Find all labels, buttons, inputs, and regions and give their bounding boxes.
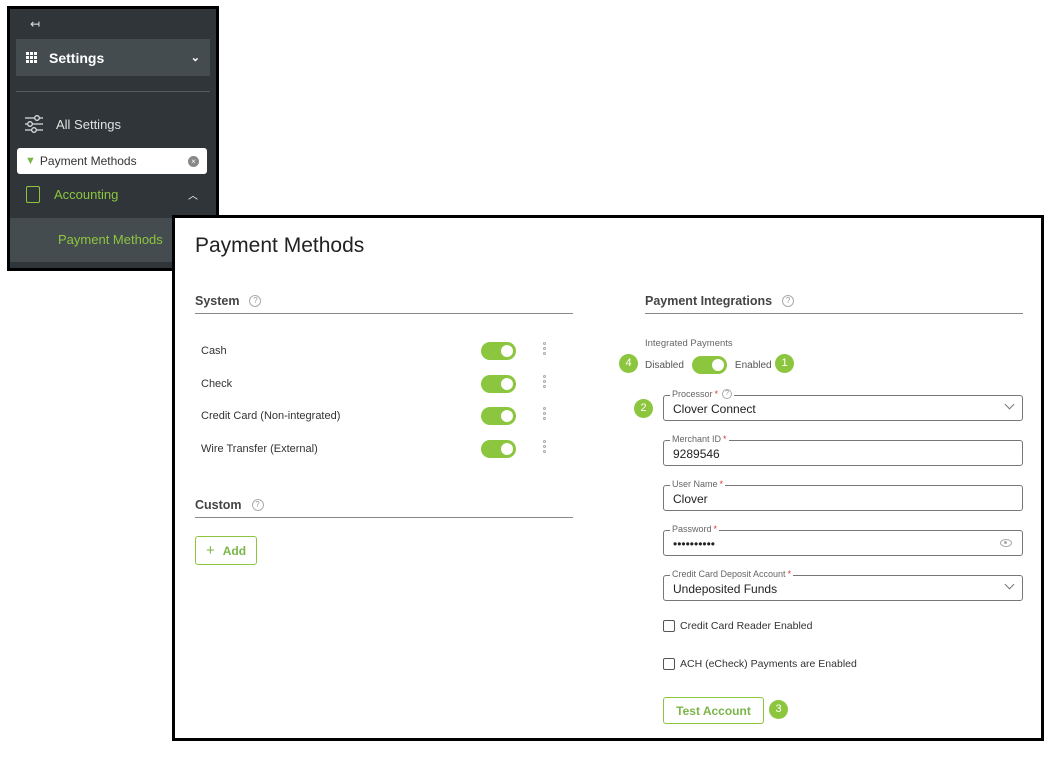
custom-title-text: Custom xyxy=(195,498,242,512)
chevron-down-icon: ⌄ xyxy=(190,52,200,64)
search-value: Payment Methods xyxy=(39,154,137,168)
row-label: Wire Transfer (External) xyxy=(201,443,318,455)
card-reader-label: Credit Card Reader Enabled xyxy=(680,620,813,632)
deposit-account-select[interactable]: Credit Card Deposit Account * Undeposited… xyxy=(663,569,1023,601)
password-field[interactable]: Password * •••••••••• xyxy=(663,524,1023,556)
help-icon[interactable]: ? xyxy=(249,295,262,307)
add-label: Add xyxy=(222,543,247,558)
merchant-id-value: 9289546 xyxy=(673,447,720,461)
integrated-payments-label: Integrated Payments xyxy=(645,338,733,349)
system-row-credit-card: Credit Card (Non-integrated) xyxy=(201,406,551,426)
system-title-text: System xyxy=(195,294,240,308)
ach-label: ACH (eCheck) Payments are Enabled xyxy=(680,658,857,670)
custom-section-title: Custom ? xyxy=(195,498,264,512)
disabled-label: Disabled xyxy=(645,359,684,371)
add-button[interactable]: + Add xyxy=(195,536,257,565)
card-reader-checkbox[interactable] xyxy=(663,620,675,632)
row-label: Credit Card (Non-integrated) xyxy=(201,410,341,422)
chevron-down-icon xyxy=(1004,399,1015,410)
enabled-label: Enabled xyxy=(734,359,772,371)
user-name-label: User Name * xyxy=(670,479,726,489)
ach-checkbox[interactable] xyxy=(663,658,675,670)
help-icon[interactable]: ? xyxy=(722,389,733,399)
sidebar-item-accounting[interactable]: Accounting ︿ xyxy=(24,186,210,203)
payment-methods-panel: Payment Methods System ? Cash Check Cred… xyxy=(172,215,1044,741)
callout-badge-1: 1 xyxy=(775,354,794,373)
help-icon[interactable]: ? xyxy=(251,499,264,511)
sliders-icon xyxy=(25,115,43,133)
integrated-payments-toggle-row: Disabled Enabled xyxy=(645,356,772,374)
user-name-field[interactable]: User Name * Clover xyxy=(663,479,1023,511)
system-section-title: System ? xyxy=(195,294,262,308)
accounting-label: Accounting xyxy=(54,187,119,202)
integrated-payments-toggle[interactable] xyxy=(691,356,727,374)
row-label: Cash xyxy=(201,345,227,357)
chevron-up-icon: ︿ xyxy=(188,191,198,202)
check-toggle[interactable] xyxy=(481,375,516,393)
page-title: Payment Methods xyxy=(195,234,365,257)
collapse-sidebar-icon[interactable]: ↤ xyxy=(30,17,40,31)
test-account-button[interactable]: Test Account xyxy=(663,697,764,724)
credit-card-toggle[interactable] xyxy=(481,407,516,425)
merchant-id-field[interactable]: Merchant ID * 9289546 xyxy=(663,434,1023,466)
sidebar-search-input[interactable]: ▼ Payment Methods × xyxy=(17,148,207,174)
grid-icon xyxy=(26,52,37,63)
kebab-menu-icon[interactable] xyxy=(543,374,546,389)
wire-transfer-toggle[interactable] xyxy=(481,440,516,458)
user-name-value: Clover xyxy=(673,492,708,506)
kebab-menu-icon[interactable] xyxy=(543,406,546,421)
kebab-menu-icon[interactable] xyxy=(543,439,546,454)
processor-label: Processor *? xyxy=(670,389,735,399)
deposit-account-value: Undeposited Funds xyxy=(673,582,778,596)
sidebar-divider xyxy=(16,91,210,92)
ach-checkbox-row[interactable]: ACH (eCheck) Payments are Enabled xyxy=(663,658,857,670)
merchant-id-label: Merchant ID * xyxy=(670,434,729,444)
plus-icon: + xyxy=(205,542,215,559)
system-divider xyxy=(195,313,573,314)
integrations-title-text: Payment Integrations xyxy=(645,294,773,308)
password-label: Password * xyxy=(670,524,720,534)
card-reader-checkbox-row[interactable]: Credit Card Reader Enabled xyxy=(663,620,813,632)
callout-badge-3: 3 xyxy=(769,700,788,719)
system-row-wire-transfer: Wire Transfer (External) xyxy=(201,439,551,459)
row-label: Check xyxy=(201,378,233,390)
kebab-menu-icon[interactable] xyxy=(543,341,546,356)
integrations-section-title: Payment Integrations ? xyxy=(645,294,795,308)
all-settings-label: All Settings xyxy=(56,116,122,132)
settings-dropdown[interactable]: Settings ⌄ xyxy=(16,39,210,76)
sidebar-item-all-settings[interactable]: All Settings xyxy=(24,115,121,133)
filter-icon: ▼ xyxy=(25,155,36,167)
callout-badge-4: 4 xyxy=(619,354,638,373)
calculator-icon xyxy=(26,186,40,203)
integrations-divider xyxy=(645,313,1023,314)
cash-toggle[interactable] xyxy=(481,342,516,360)
processor-select[interactable]: Processor *? Clover Connect xyxy=(663,389,1023,421)
deposit-account-label: Credit Card Deposit Account * xyxy=(670,569,794,579)
chevron-down-icon xyxy=(1004,579,1015,590)
system-row-cash: Cash xyxy=(201,341,551,361)
processor-value: Clover Connect xyxy=(673,402,756,416)
custom-divider xyxy=(195,517,573,518)
callout-badge-2: 2 xyxy=(634,399,653,418)
system-row-check: Check xyxy=(201,374,551,394)
eye-icon[interactable] xyxy=(1000,539,1012,547)
settings-label: Settings xyxy=(49,49,105,66)
help-icon[interactable]: ? xyxy=(782,295,795,307)
clear-icon[interactable]: × xyxy=(188,155,199,167)
password-value: •••••••••• xyxy=(673,537,716,551)
